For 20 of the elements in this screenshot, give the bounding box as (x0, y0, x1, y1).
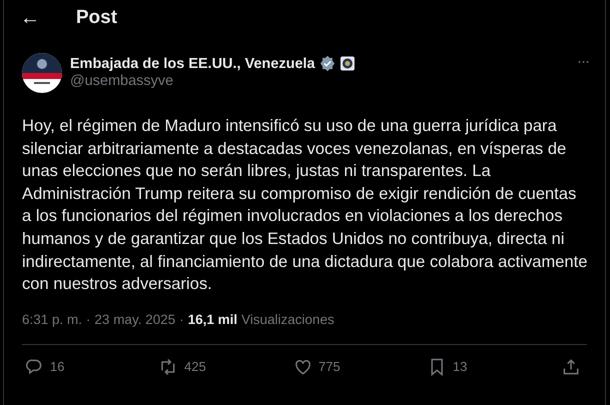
separator-dot: · (179, 312, 184, 327)
views-label: Visualizaciones (241, 312, 334, 327)
author-handle[interactable]: @usembassyve (70, 73, 569, 89)
share-button[interactable] (561, 356, 581, 377)
post-date[interactable]: 23 may. 2025 (94, 312, 176, 327)
reply-button[interactable]: 16 (24, 356, 134, 377)
share-icon (561, 356, 581, 377)
bookmark-button[interactable]: 13 (426, 356, 537, 377)
post-text: Hoy, el régimen de Maduro intensificó su uso de una guerra jurídica para silenciar arbitrariamente a destacadas voces venezolanas, en vísperas de unas elecciones que no serán libres, justas ni transparentes. La Administración Trump reitera su compromiso de exigir rendición de cuentas a los funcionarios del régimen involucrados en violaciones a los derechos humanos y de garantizar que los Estados Unidos no contribuya, directa ni indirectamente, al financiamiento de una dictadura que colabora activamente con nuestros adversarios. (22, 115, 588, 296)
reply-icon (24, 356, 44, 377)
repost-button[interactable]: 425 (158, 356, 268, 377)
seal-icon (340, 56, 355, 71)
like-button[interactable]: 775 (292, 356, 402, 377)
back-button[interactable]: ← (20, 6, 40, 30)
author-name[interactable]: Embajada de los EE.UU., Venezuela (70, 56, 315, 72)
page-title: Post (76, 7, 118, 29)
separator-dot: · (86, 312, 91, 327)
post-time[interactable]: 6:31 p. m. (22, 312, 82, 327)
more-button[interactable]: ··· (577, 53, 589, 70)
view-count: 16,1 mil (188, 312, 238, 327)
